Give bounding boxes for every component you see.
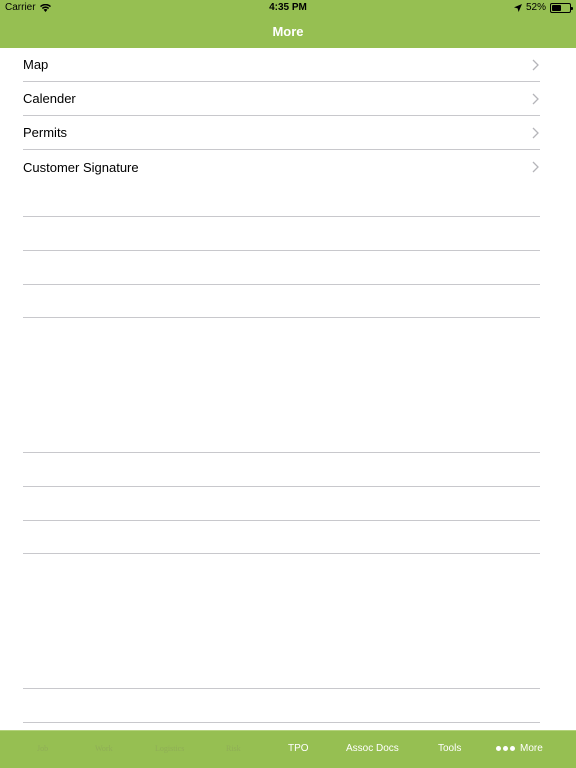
list-item-calender[interactable]: Calender: [23, 82, 540, 116]
tab-assoc-docs[interactable]: Assoc Docs: [346, 743, 399, 754]
row-separator: [23, 553, 540, 554]
row-separator: [23, 722, 540, 723]
location-arrow-icon: [513, 3, 522, 12]
more-dots-icon: [496, 745, 515, 751]
battery-percent: 52%: [525, 2, 546, 13]
more-list: Map Calender Permits Customer Signature: [0, 48, 576, 184]
list-item-label: Permits: [23, 125, 68, 140]
chevron-right-icon: [532, 93, 539, 105]
chevron-right-icon: [532, 59, 539, 71]
tab-risk[interactable]: Risk: [226, 744, 241, 753]
tab-bar: Job Work Logistics Risk TPO Assoc Docs T…: [0, 730, 576, 768]
navigation-bar: Carrier 4:35 PM 52% More: [0, 0, 576, 48]
page-title: More: [272, 24, 304, 39]
list-item-customer-signature[interactable]: Customer Signature: [23, 150, 540, 184]
tab-tools[interactable]: Tools: [438, 743, 461, 754]
tab-more-label: More: [520, 743, 543, 754]
row-separator: [23, 452, 540, 453]
status-right: 52%: [513, 2, 573, 13]
row-separator: [23, 486, 540, 487]
status-bar: Carrier 4:35 PM 52%: [0, 0, 576, 16]
chevron-right-icon: [532, 161, 539, 173]
battery-fill: [552, 4, 561, 11]
battery-icon: [550, 2, 573, 13]
status-time: 4:35 PM: [269, 2, 307, 13]
tab-tpo[interactable]: TPO: [288, 743, 309, 754]
row-separator: [23, 250, 540, 251]
chevron-right-icon: [532, 127, 539, 139]
row-separator: [23, 688, 540, 689]
tab-logistics[interactable]: Logistics: [155, 744, 184, 753]
list-item-label: Customer Signature: [23, 159, 139, 175]
list-item-map[interactable]: Map: [23, 48, 540, 82]
tab-work[interactable]: Work: [95, 744, 113, 753]
row-separator: [23, 216, 540, 217]
list-item-label: Map: [23, 57, 49, 72]
tab-job[interactable]: Job: [37, 744, 48, 753]
tab-more[interactable]: More: [496, 743, 543, 754]
row-separator: [23, 520, 540, 521]
list-item-permits[interactable]: Permits: [23, 116, 540, 150]
row-separator: [23, 284, 540, 285]
row-separator: [23, 317, 540, 318]
list-item-label: Calender: [23, 91, 76, 106]
